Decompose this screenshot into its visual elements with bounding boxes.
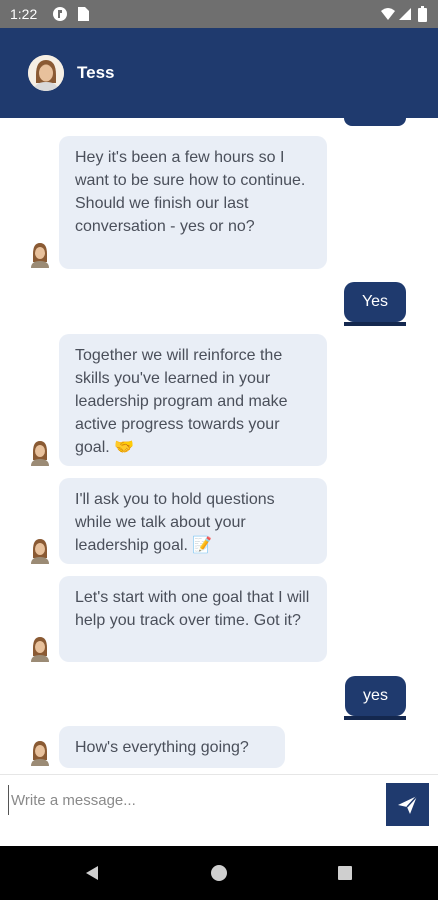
wifi-icon [381, 8, 395, 20]
send-icon [398, 795, 418, 814]
message-bubble: I'll ask you to hold questions while we … [59, 478, 327, 564]
message-text: Yes [361, 293, 389, 310]
avatar-image [28, 55, 64, 91]
message-input[interactable] [8, 785, 373, 815]
message-text: I'll ask you to hold questions while we … [75, 491, 275, 554]
message-text: Let's start with one goal that I will he… [75, 589, 310, 629]
send-button[interactable] [386, 783, 429, 826]
sim-card-icon [78, 7, 89, 21]
message-bubble: Together we will reinforce the skills yo… [59, 334, 327, 466]
message-text: yes [363, 687, 388, 704]
message-bubble: How's everything going? [59, 726, 285, 768]
status-bar: 1:22 [0, 0, 438, 28]
user-message-bubble: yes [344, 676, 406, 720]
user-message-bubble: Yes [344, 282, 406, 326]
message-text: Together we will reinforce the skills yo… [75, 347, 288, 456]
message-bubble: Hey it's been a few hours so I want to b… [59, 136, 327, 269]
tess-avatar-icon [31, 441, 49, 466]
message-text: Hey it's been a few hours so I want to b… [75, 149, 306, 235]
navigation-bar [0, 846, 438, 900]
battery-icon [418, 6, 427, 22]
chat-header: Tess [0, 28, 438, 118]
message-composer [0, 774, 438, 847]
notification-icon [53, 7, 67, 21]
back-icon[interactable] [83, 864, 101, 882]
contact-name: Tess [77, 63, 115, 82]
previous-message-bubble [344, 118, 406, 126]
signal-icon [399, 8, 411, 20]
tess-avatar-icon [31, 637, 49, 662]
status-time: 1:22 [10, 6, 38, 22]
chat-thread[interactable]: Hey it's been a few hours so I want to b… [0, 118, 438, 774]
contact-avatar[interactable] [28, 55, 64, 91]
tess-avatar-icon [31, 243, 49, 268]
recents-icon[interactable] [337, 865, 353, 881]
tess-avatar-icon [31, 539, 49, 564]
message-bubble: Let's start with one goal that I will he… [59, 576, 327, 662]
home-icon[interactable] [210, 864, 228, 882]
tess-avatar-icon [31, 741, 49, 766]
message-text: How's everything going? [75, 739, 249, 756]
